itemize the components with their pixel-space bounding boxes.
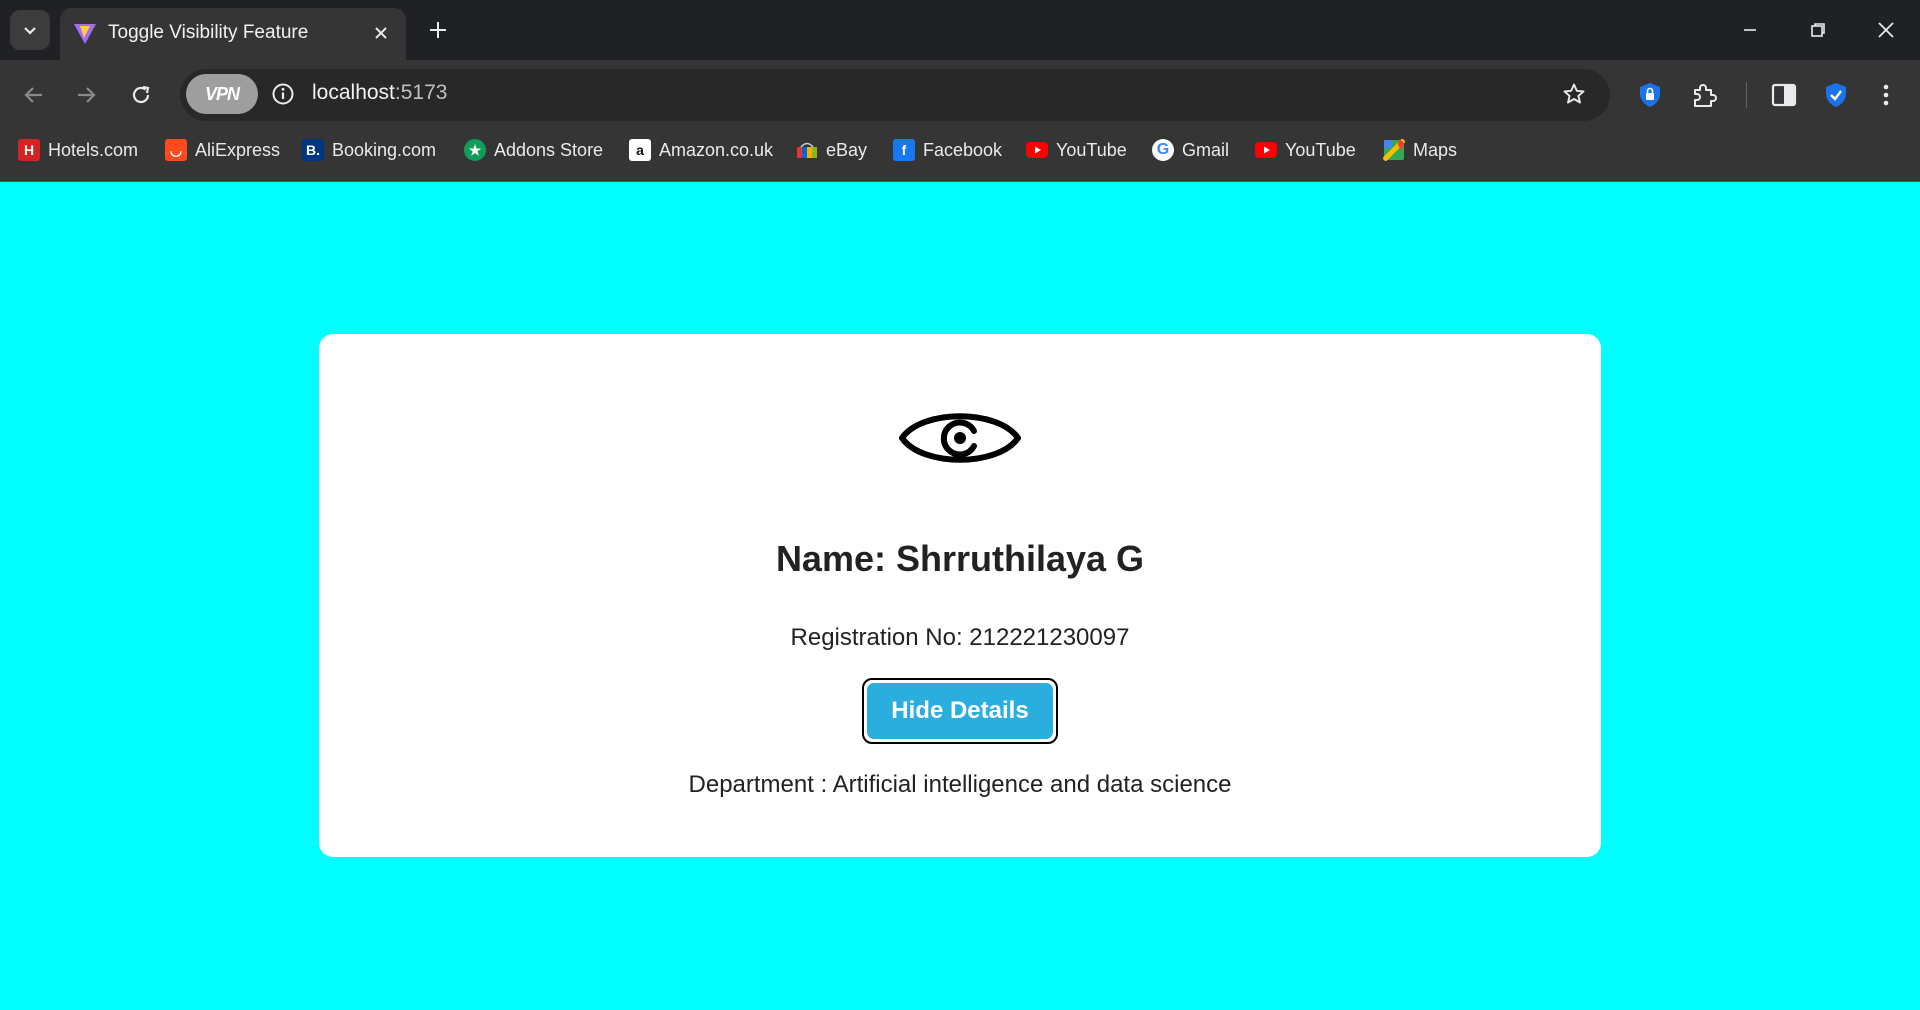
arrow-right-icon	[78, 87, 96, 103]
puzzle-icon	[1694, 84, 1717, 107]
back-button[interactable]	[14, 75, 54, 115]
bookmark-label: Maps	[1413, 139, 1458, 160]
student-name: Name: Shrruthilaya G	[775, 538, 1145, 579]
star-icon	[1563, 83, 1585, 104]
vpn-button[interactable]: VPN	[186, 74, 258, 114]
vite-icon	[74, 24, 96, 44]
youtube-icon	[1255, 139, 1277, 161]
url-port: :5173	[394, 81, 448, 104]
extensions-button[interactable]	[1684, 76, 1724, 114]
aliexpress-icon: ◡	[165, 139, 187, 161]
shield-check-icon	[1826, 83, 1846, 107]
site-info-button[interactable]	[268, 79, 298, 109]
bookmark-label: Facebook	[923, 139, 1003, 160]
side-panel-button[interactable]	[1764, 76, 1804, 114]
restore-icon	[1811, 23, 1825, 37]
bookmark-star-button[interactable]	[1556, 76, 1592, 112]
tab-active[interactable]: Toggle Visibility Feature	[60, 8, 406, 60]
tab-title: Toggle Visibility Feature	[108, 22, 309, 43]
bookmark-aliexpress[interactable]: ◡ AliExpress	[165, 136, 280, 164]
facebook-icon: f	[893, 139, 915, 161]
security-extension[interactable]	[1816, 76, 1856, 114]
minimize-icon	[1744, 29, 1756, 31]
addons-store-icon: ★	[464, 139, 486, 161]
bookmark-label: Gmail	[1182, 139, 1230, 160]
bookmark-label: eBay	[826, 139, 868, 160]
bookmark-youtube[interactable]: YouTube	[1026, 136, 1127, 164]
bookmark-label: YouTube	[1285, 139, 1356, 160]
toggle-details-button[interactable]: Hide Details	[862, 678, 1058, 744]
maps-icon	[1383, 139, 1405, 161]
google-icon: G	[1152, 139, 1174, 161]
toolbar-separator	[1746, 82, 1747, 108]
reload-icon	[132, 85, 150, 104]
bookmark-hotels[interactable]: H Hotels.com	[18, 136, 138, 164]
bookmark-label: Addons Store	[494, 139, 604, 160]
vpn-label: VPN	[204, 83, 240, 104]
close-icon	[1878, 22, 1894, 38]
browser-menu-button[interactable]	[1866, 76, 1906, 114]
close-window-button[interactable]	[1852, 0, 1920, 60]
bookmark-label: Hotels.com	[48, 139, 139, 160]
department: Department : Artificial intelligence and…	[688, 771, 1232, 798]
bookmark-facebook[interactable]: f Facebook	[893, 136, 1002, 164]
restore-button[interactable]	[1784, 0, 1852, 60]
hotels-icon: H	[18, 139, 40, 161]
forward-button[interactable]	[66, 75, 106, 115]
side-panel-icon	[1771, 83, 1797, 107]
chevron-down-icon	[24, 27, 36, 35]
bookmark-amazon[interactable]: a Amazon.co.uk	[629, 136, 773, 164]
more-vertical-icon	[1883, 84, 1889, 106]
arrow-left-icon	[24, 87, 42, 103]
close-icon	[375, 27, 387, 39]
booking-icon: B.	[302, 139, 324, 161]
new-tab-button[interactable]	[420, 12, 456, 48]
tab-search-button[interactable]	[10, 10, 50, 50]
bookmark-ebay[interactable]: eBay	[796, 136, 867, 164]
eye-icon[interactable]	[898, 404, 1022, 472]
plus-icon	[430, 22, 446, 38]
url-host: localhost	[312, 81, 395, 104]
bookmark-label: YouTube	[1056, 139, 1127, 160]
bookmark-booking[interactable]: B. Booking.com	[302, 136, 436, 164]
reload-button[interactable]	[121, 75, 161, 115]
minimize-button[interactable]	[1716, 0, 1784, 60]
ebay-icon	[796, 139, 818, 161]
tab-close-button[interactable]	[366, 18, 396, 48]
amazon-icon: a	[629, 139, 651, 161]
bookmark-youtube-2[interactable]: YouTube	[1255, 136, 1356, 164]
shield-lock-icon	[1640, 83, 1660, 107]
bookmark-maps[interactable]: Maps	[1383, 136, 1457, 164]
youtube-icon	[1026, 139, 1048, 161]
bookmark-gmail[interactable]: G Gmail	[1152, 136, 1229, 164]
info-icon	[272, 83, 294, 105]
bookmark-label: Amazon.co.uk	[659, 139, 774, 160]
bookmark-addons-store[interactable]: ★ Addons Store	[464, 136, 603, 164]
bookmark-label: Booking.com	[332, 139, 437, 160]
bookmark-label: AliExpress	[195, 139, 281, 160]
url-text[interactable]: localhost:5173	[312, 81, 447, 105]
registration-number: Registration No: 212221230097	[790, 624, 1130, 651]
password-manager-extension[interactable]	[1630, 76, 1670, 114]
toggle-details-label: Hide Details	[867, 683, 1053, 739]
